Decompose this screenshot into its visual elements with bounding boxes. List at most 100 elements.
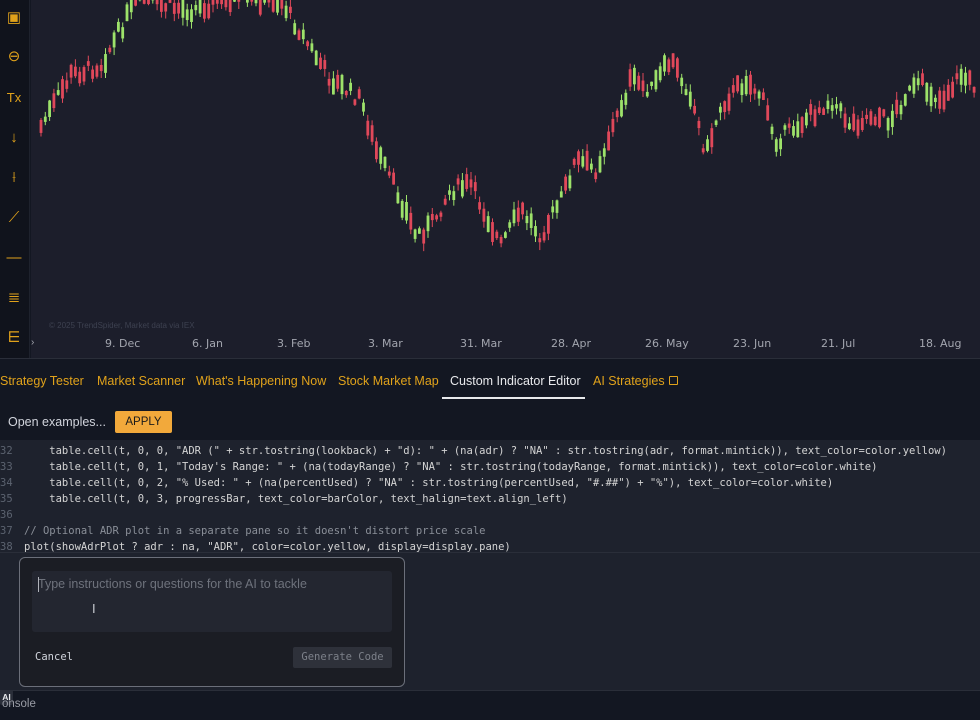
candle-body <box>301 29 305 40</box>
chart-watermark: © 2025 TrendSpider, Market data via IEX <box>49 321 195 330</box>
text-cursor-icon: I <box>92 601 96 616</box>
ai-instructions-input[interactable]: Type instructions or questions for the A… <box>32 571 392 632</box>
candle-body <box>680 77 684 87</box>
fib-retracement-icon[interactable]: ≣ <box>4 288 24 308</box>
generate-code-button[interactable]: Generate Code <box>293 647 392 668</box>
candle-body <box>779 138 782 150</box>
candle-body <box>774 139 778 152</box>
candle-body <box>422 229 426 244</box>
editor-divider <box>0 552 980 553</box>
candle-body <box>770 126 774 135</box>
candle-body <box>233 0 236 2</box>
candle-body <box>762 92 765 100</box>
candle-body <box>538 238 542 243</box>
gann-fan-icon[interactable]: ⋿ <box>4 328 24 348</box>
candle-body <box>624 92 628 105</box>
candle-body <box>757 91 761 99</box>
candle-body <box>878 107 881 128</box>
candle-body <box>620 100 623 117</box>
tab-whats-happening-now[interactable]: What's Happening Now <box>196 374 326 388</box>
open-examples-dropdown[interactable]: Open examples... <box>8 415 106 429</box>
line-number: 34 <box>0 477 13 489</box>
apply-button[interactable]: APPLY <box>115 411 172 433</box>
line-number: 37 <box>0 525 13 537</box>
candle-body <box>529 213 533 228</box>
date-label: 28. Apr <box>551 337 592 350</box>
candle-body <box>628 69 632 87</box>
candle-body <box>142 0 146 4</box>
candle-body <box>740 83 744 96</box>
candle-body <box>370 125 374 142</box>
candle-body <box>418 228 421 234</box>
scroll-left-icon[interactable]: › <box>31 337 34 348</box>
candle-body <box>800 117 804 134</box>
candle-body <box>925 82 929 102</box>
tab-ai-strategies[interactable]: AI Strategies <box>593 374 678 388</box>
price-chart[interactable]: © 2025 TrendSpider, Market data via IEX … <box>31 0 980 358</box>
candle-body <box>134 0 137 6</box>
candle-body <box>190 9 193 23</box>
cancel-button[interactable]: Cancel <box>30 647 78 668</box>
candle-body <box>590 163 593 170</box>
horizontal-line-icon[interactable]: — <box>4 248 24 268</box>
candle-body <box>160 0 163 12</box>
crosshair-icon[interactable]: ⊖ <box>4 47 24 67</box>
tab-stock-market-map[interactable]: Stock Market Map <box>338 374 439 388</box>
candle-body <box>237 0 241 2</box>
candle-body <box>327 78 331 86</box>
candle-body <box>645 91 649 97</box>
date-label: 23. Jun <box>733 337 772 350</box>
candle-body <box>297 30 301 40</box>
candle-body <box>439 212 443 217</box>
tab-strategy-tester[interactable]: Strategy Tester <box>0 374 84 388</box>
code-text: table.cell(t, 0, 2, "% Used: " + (na(per… <box>24 477 834 489</box>
candle-body <box>727 93 731 111</box>
tab-custom-indicator-editor[interactable]: Custom Indicator Editor <box>450 374 581 388</box>
candle-body <box>168 0 172 3</box>
console-tab[interactable]: onsole <box>2 698 36 710</box>
candle-body <box>469 179 473 188</box>
candle-body <box>822 108 825 115</box>
candle-body <box>491 222 494 242</box>
code-line: 35 table.cell(t, 0, 3, progressBar, text… <box>0 491 568 507</box>
candle-body <box>542 232 546 241</box>
candle-body <box>671 53 675 68</box>
candle-body <box>959 68 963 85</box>
vertical-line-icon[interactable]: ⟊ <box>4 168 24 188</box>
candle-body <box>886 118 890 131</box>
candle-body <box>564 176 567 191</box>
candle-body <box>426 215 430 232</box>
candle-body <box>69 64 73 78</box>
candle-body <box>375 141 378 160</box>
candle-body <box>112 32 116 48</box>
candle-body <box>48 100 51 118</box>
candle-body <box>749 74 752 95</box>
candle-body <box>869 111 873 125</box>
text-clear-icon[interactable]: Tx <box>4 88 24 108</box>
candle-body <box>955 73 959 80</box>
line-number: 33 <box>0 461 13 473</box>
candle-body <box>951 81 954 98</box>
line-number: 32 <box>0 445 13 457</box>
candle-body <box>856 119 860 136</box>
candle-body <box>731 85 735 93</box>
tab-market-scanner[interactable]: Market Scanner <box>97 374 185 388</box>
candle-body <box>220 0 223 5</box>
candle-body <box>512 209 516 224</box>
candlestick-series <box>39 0 976 252</box>
arrow-down-icon[interactable]: ↓ <box>4 128 24 148</box>
candle-body <box>319 57 322 69</box>
candle-body <box>443 198 447 205</box>
candle-body <box>929 86 933 107</box>
candle-body <box>155 0 159 5</box>
square-tool-icon[interactable]: ▣ <box>4 8 24 28</box>
candle-body <box>228 0 232 13</box>
candle-body <box>207 3 211 19</box>
candle-body <box>147 0 150 5</box>
candle-body <box>396 192 400 204</box>
date-label: 31. Mar <box>460 337 502 350</box>
candle-body <box>86 61 90 66</box>
candle-body <box>813 109 817 127</box>
console-bar <box>0 690 980 720</box>
trend-angle-icon[interactable]: ⟋ <box>4 208 24 228</box>
